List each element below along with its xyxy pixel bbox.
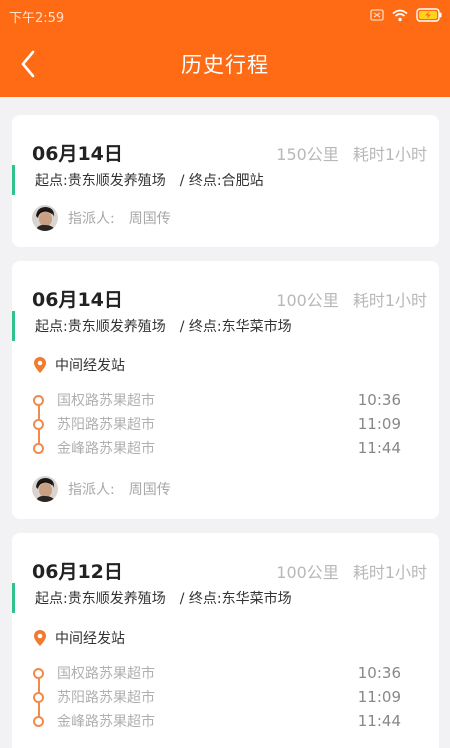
stop-time: 10:36 [357, 664, 401, 682]
trip-meta: 100公里 耗时1小时 [276, 287, 427, 311]
route-indicator [12, 583, 15, 613]
trip-card[interactable]: 06月14日 150公里 耗时1小时 起点:贵东顺发养殖场 / 终点:合肥站 指派… [12, 115, 439, 247]
stop-dot [33, 667, 44, 679]
header-bar: 下午2:59 历史行程 [0, 0, 450, 97]
location-pin-icon [34, 357, 46, 373]
trip-date: 06月14日 [32, 289, 123, 311]
status-bar: 下午2:59 [0, 0, 450, 30]
trip-date: 06月12日 [32, 561, 123, 583]
stop-dot [33, 691, 44, 703]
transit-stop: 金峰路苏果超市 11:44 [33, 709, 423, 733]
assignee-label: 指派人: [68, 211, 115, 227]
end-value: 东华菜市场 [221, 591, 292, 607]
stop-dot [33, 394, 44, 406]
transit-title: 中间经发站 [55, 631, 125, 647]
transit-header: 中间经发站 [33, 627, 125, 649]
end-value: 合肥站 [221, 173, 264, 189]
assignee-row: 指派人: 周国传 [32, 476, 171, 502]
location-pin-icon [34, 630, 46, 646]
assignee-row: 指派人: 周国传 [32, 205, 171, 231]
end-label: / 终点: [179, 591, 222, 607]
trip-route: 起点:贵东顺发养殖场 / 终点:合肥站 [12, 165, 264, 195]
trip-route: 起点:贵东顺发养殖场 / 终点:东华菜市场 [12, 311, 292, 341]
assignee-name: 周国传 [128, 482, 171, 498]
start-value: 贵东顺发养殖场 [67, 173, 166, 189]
stop-time: 10:36 [357, 391, 401, 409]
start-value: 贵东顺发养殖场 [67, 591, 166, 607]
transit-stop: 苏阳路苏果超市 11:09 [33, 412, 423, 436]
assignee-label: 指派人: [68, 482, 115, 498]
transit-header: 中间经发站 [33, 354, 125, 376]
trip-distance: 100公里 [276, 291, 339, 310]
stop-time: 11:44 [357, 712, 401, 730]
stop-time: 11:09 [357, 688, 401, 706]
start-value: 贵东顺发养殖场 [67, 319, 166, 335]
start-label: 起点: [35, 173, 68, 189]
end-label: / 终点: [179, 319, 222, 335]
stop-name: 苏阳路苏果超市 [57, 690, 155, 706]
transit-stop: 国权路苏果超市 10:36 [33, 388, 423, 412]
stop-time: 11:44 [357, 439, 401, 457]
stop-dot [33, 442, 44, 454]
status-icons [370, 7, 442, 23]
transit-stop: 金峰路苏果超市 11:44 [33, 436, 423, 460]
stop-dot [33, 715, 44, 727]
route-indicator [12, 165, 15, 195]
assignee-name: 周国传 [128, 211, 171, 227]
transit-stop: 苏阳路苏果超市 11:09 [33, 685, 423, 709]
end-label: / 终点: [179, 173, 222, 189]
avatar [32, 205, 58, 231]
trip-route: 起点:贵东顺发养殖场 / 终点:东华菜市场 [12, 583, 292, 613]
trip-distance: 150公里 [276, 145, 339, 164]
avatar [32, 476, 58, 502]
start-label: 起点: [35, 319, 68, 335]
stop-time: 11:09 [357, 415, 401, 433]
trip-duration: 耗时1小时 [352, 291, 427, 310]
route-indicator [12, 311, 15, 341]
trip-duration: 耗时1小时 [352, 145, 427, 164]
stop-name: 国权路苏果超市 [57, 666, 155, 682]
wifi-icon [392, 9, 408, 21]
stop-name: 金峰路苏果超市 [57, 441, 155, 457]
trip-distance: 100公里 [276, 563, 339, 582]
transit-title: 中间经发站 [55, 358, 125, 374]
battery-charging-icon [416, 8, 442, 22]
transit-stop: 国权路苏果超市 10:36 [33, 661, 423, 685]
stop-name: 苏阳路苏果超市 [57, 417, 155, 433]
stop-name: 国权路苏果超市 [57, 393, 155, 409]
start-label: 起点: [35, 591, 68, 607]
sim-icon [370, 9, 384, 21]
stop-name: 金峰路苏果超市 [57, 714, 155, 730]
trip-card[interactable]: 06月12日 100公里 耗时1小时 起点:贵东顺发养殖场 / 终点:东华菜市场 … [12, 533, 439, 748]
trip-duration: 耗时1小时 [352, 563, 427, 582]
trip-meta: 100公里 耗时1小时 [276, 559, 427, 583]
page-title: 历史行程 [181, 53, 269, 77]
status-time: 下午2:59 [9, 11, 65, 26]
trip-card[interactable]: 06月14日 100公里 耗时1小时 起点:贵东顺发养殖场 / 终点:东华菜市场 … [12, 261, 439, 519]
end-value: 东华菜市场 [221, 319, 292, 335]
stop-dot [33, 418, 44, 430]
trip-meta: 150公里 耗时1小时 [276, 141, 427, 165]
trip-date: 06月14日 [32, 143, 123, 165]
